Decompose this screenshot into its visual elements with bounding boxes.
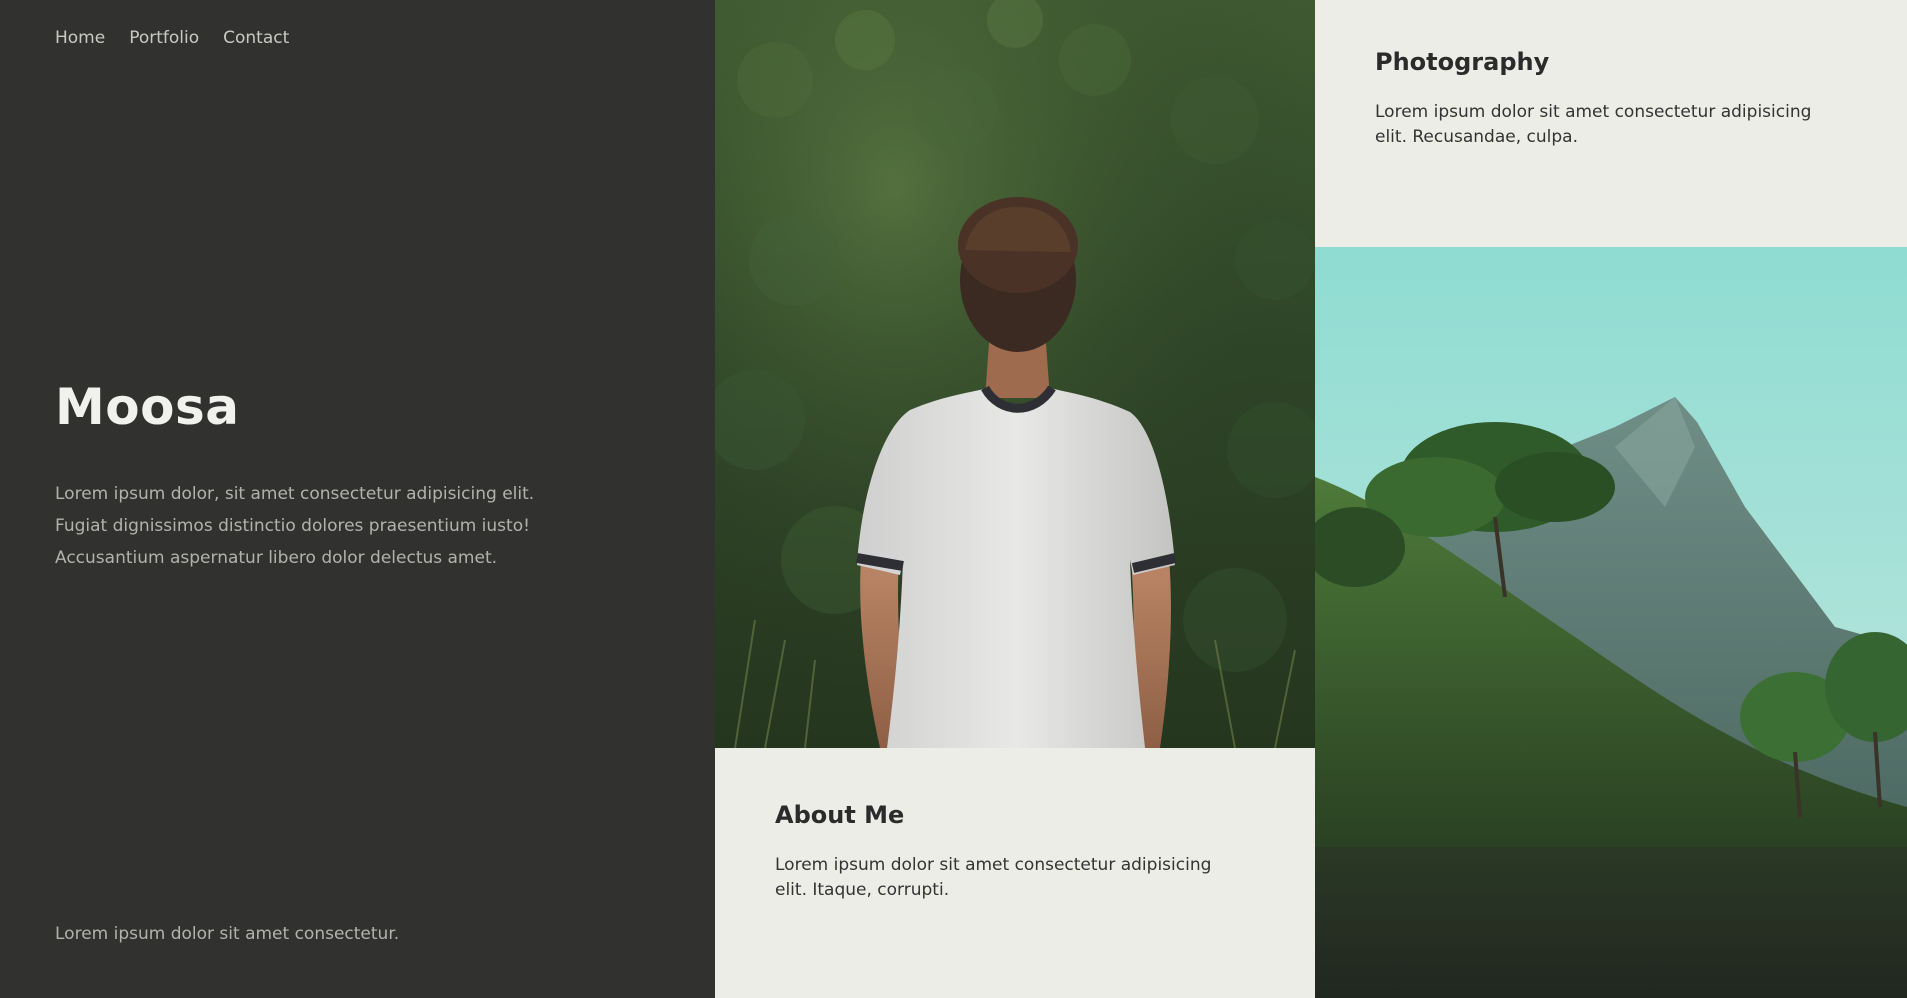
about-column: About Me Lorem ipsum dolor sit amet cons… xyxy=(715,0,1315,998)
person-photo xyxy=(715,0,1315,748)
person-in-forest-image xyxy=(715,0,1315,748)
photography-title: Photography xyxy=(1375,48,1550,76)
photography-card: Photography Lorem ipsum dolor sit amet c… xyxy=(1315,0,1907,247)
nav-portfolio-link[interactable]: Portfolio xyxy=(129,28,199,48)
about-text: Lorem ipsum dolor sit amet consectetur a… xyxy=(775,855,1212,900)
site-title: Moosa xyxy=(55,378,240,436)
hero-panel: Home Portfolio Contact Moosa Lorem ipsum… xyxy=(0,0,715,998)
nav-contact-link[interactable]: Contact xyxy=(223,28,289,48)
mountain-photo xyxy=(1315,247,1907,998)
photography-text: Lorem ipsum dolor sit amet consectetur a… xyxy=(1375,102,1812,147)
page: Home Portfolio Contact Moosa Lorem ipsum… xyxy=(0,0,1907,998)
photography-column: Photography Lorem ipsum dolor sit amet c… xyxy=(1315,0,1907,998)
mountain-landscape-image xyxy=(1315,247,1907,998)
about-title: About Me xyxy=(775,801,905,829)
intro-text: Lorem ipsum dolor, sit amet consectetur … xyxy=(55,484,535,568)
footer-note: Lorem ipsum dolor sit amet consectetur. xyxy=(55,924,400,944)
nav-home-link[interactable]: Home xyxy=(55,28,105,48)
main-nav: Home Portfolio Contact xyxy=(55,28,289,48)
about-card: About Me Lorem ipsum dolor sit amet cons… xyxy=(715,748,1315,998)
